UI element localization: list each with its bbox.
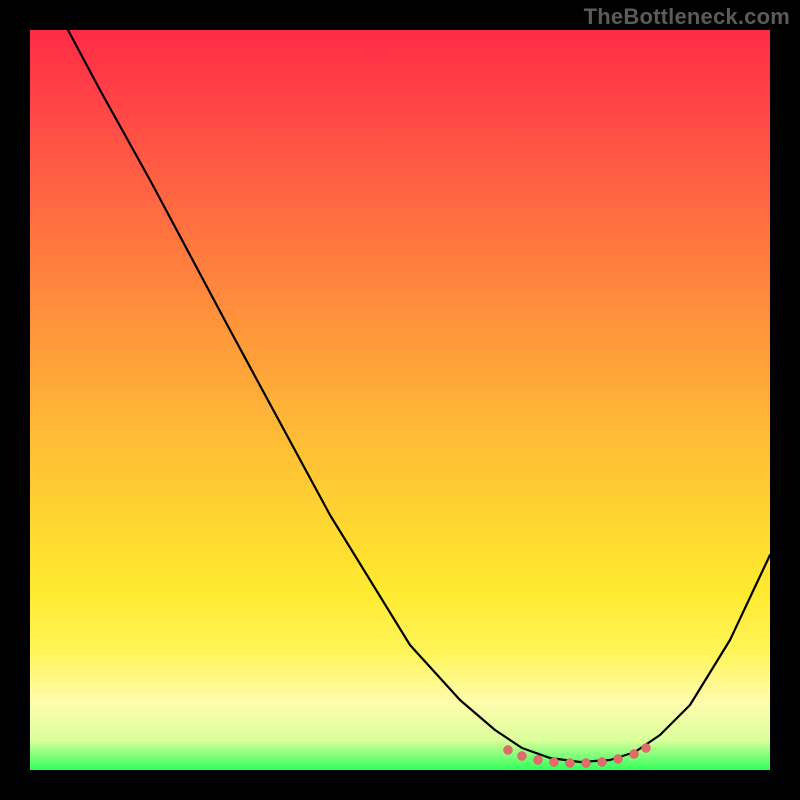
marker-dot [518,752,527,761]
marker-dot [582,759,591,768]
marker-dot [504,746,513,755]
plot-area [30,30,770,770]
optimal-region-dots [504,744,651,768]
watermark-text: TheBottleneck.com [584,4,790,30]
marker-dot [614,755,623,764]
bottleneck-curve [68,30,770,762]
marker-dot [566,759,575,768]
marker-dot [642,744,651,753]
marker-dot [550,758,559,767]
marker-dot [630,750,639,759]
curve-layer [30,30,770,770]
chart-frame: TheBottleneck.com [0,0,800,800]
marker-dot [534,756,543,765]
marker-dot [598,758,607,767]
